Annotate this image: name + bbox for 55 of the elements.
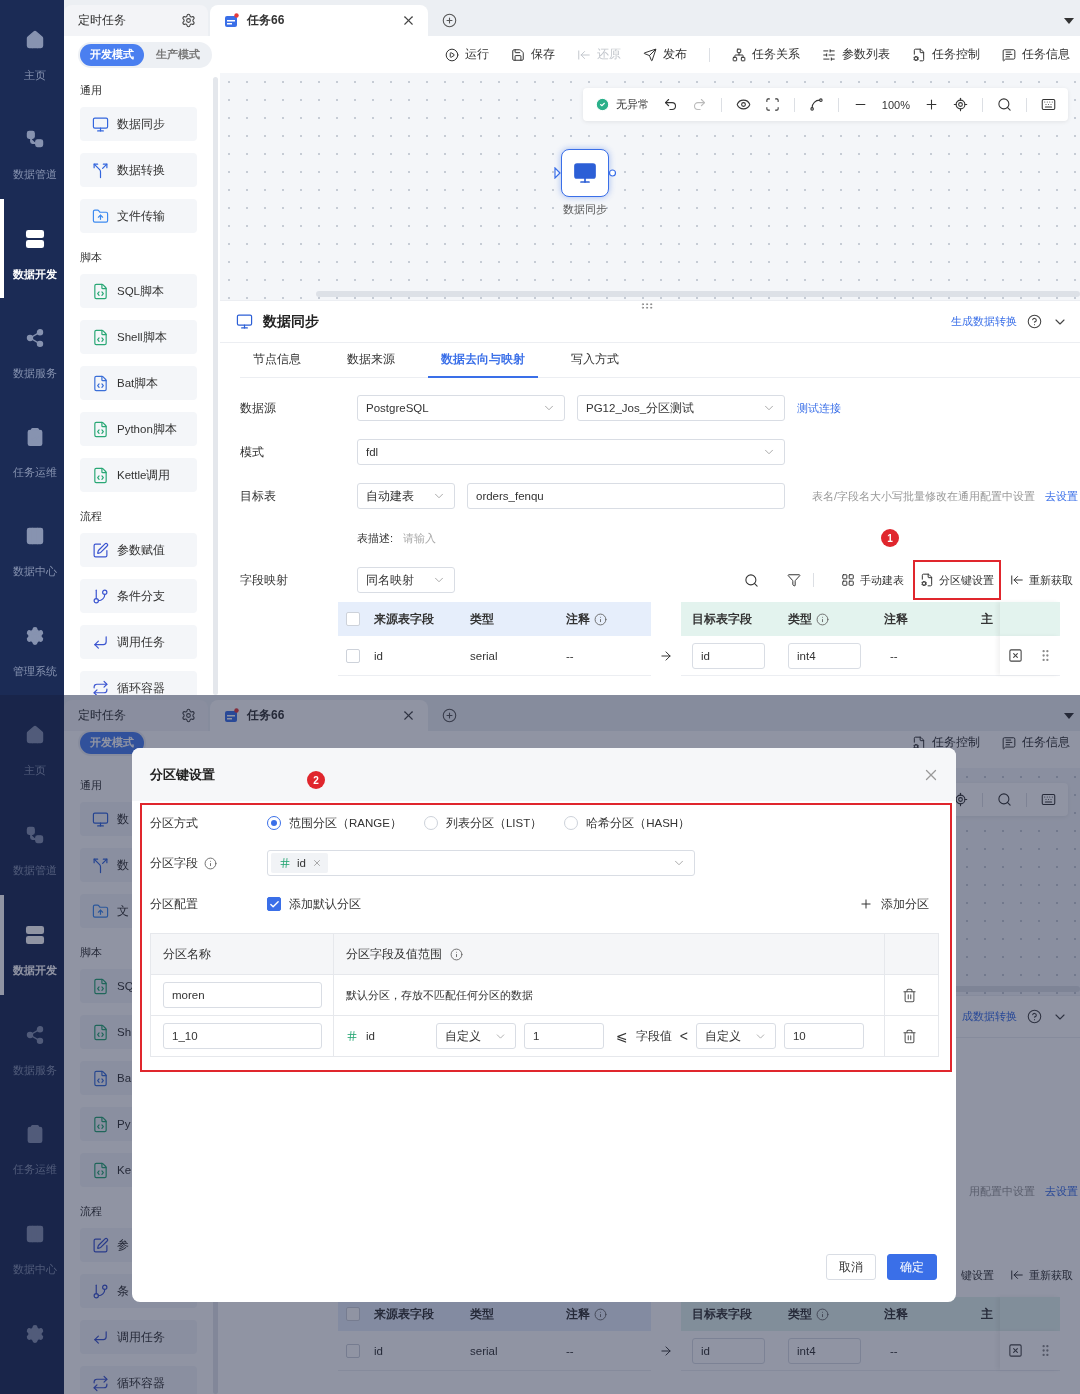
node-label: 数据同步 bbox=[563, 202, 607, 217]
table-cell-text: -- bbox=[889, 649, 898, 662]
field-label: 分区配置 bbox=[150, 896, 198, 912]
column-header: 类型 bbox=[788, 611, 812, 627]
field-label: 目标表 bbox=[240, 488, 277, 504]
hint-text: 表名/字段名大小写批量修改在通用配置中设置 bbox=[811, 488, 1035, 504]
description-text: 默认分区，存放不匹配任何分区的数据 bbox=[346, 987, 533, 1003]
radio-label: 列表分区（LIST） bbox=[445, 815, 543, 831]
radio-label: 哈希分区（HASH） bbox=[586, 815, 691, 831]
checkbox-label: 添加默认分区 bbox=[289, 896, 361, 912]
column-header: 目标表字段 bbox=[692, 1306, 752, 1322]
column-header: 注释 bbox=[884, 611, 908, 627]
table-cell-text: -- bbox=[565, 1344, 575, 1357]
column-header: 来源表字段 bbox=[374, 611, 434, 627]
table-cell-text: id bbox=[373, 1344, 384, 1357]
table-cell-text: -- bbox=[889, 1344, 898, 1357]
column-header: 注释 bbox=[884, 1306, 908, 1322]
zoom-level: 100% bbox=[881, 98, 910, 111]
column-header: 目标表字段 bbox=[692, 611, 752, 627]
column-header: 注释 bbox=[566, 1306, 590, 1322]
field-label: 表描述: bbox=[357, 530, 394, 546]
group-label: 脚本 bbox=[80, 945, 102, 959]
radio-label: 范围分区（RANGE） bbox=[289, 815, 402, 831]
column-header: 分区字段及值范围 bbox=[346, 946, 442, 962]
column-header: 类型 bbox=[788, 1306, 812, 1322]
field-name: id bbox=[366, 1030, 376, 1042]
column-header: 类型 bbox=[470, 1306, 494, 1322]
status-text: 无异常 bbox=[615, 97, 649, 112]
group-label: 通用 bbox=[80, 83, 102, 97]
group-label: 通用 bbox=[80, 778, 102, 792]
field-label: 数据源 bbox=[240, 400, 277, 416]
range-label: 字段值 bbox=[635, 1028, 672, 1044]
column-header: 分区名称 bbox=[163, 946, 211, 962]
column-header: 注释 bbox=[566, 611, 590, 627]
table-cell-text: -- bbox=[565, 649, 575, 662]
column-header: 主 bbox=[981, 1306, 993, 1322]
group-label: 流程 bbox=[80, 1204, 102, 1218]
annotation-badge: 2 bbox=[307, 771, 325, 789]
operator-symbol: < bbox=[679, 1028, 688, 1044]
annotation-badge: 1 bbox=[881, 529, 899, 547]
group-label: 脚本 bbox=[80, 250, 102, 264]
table-cell-text: serial bbox=[469, 1344, 499, 1357]
field-label: 字段映射 bbox=[240, 572, 289, 588]
operator-symbol: ⩽ bbox=[616, 1028, 628, 1044]
field-label: 分区方式 bbox=[150, 815, 198, 831]
column-header: 来源表字段 bbox=[374, 1306, 434, 1322]
group-label: 流程 bbox=[80, 509, 102, 523]
dialog-title: 分区键设置 bbox=[150, 765, 215, 784]
field-label: 模式 bbox=[240, 444, 265, 460]
column-header: 主 bbox=[981, 611, 993, 627]
field-label: 分区字段 bbox=[150, 855, 198, 871]
column-header: 类型 bbox=[470, 611, 494, 627]
panel-title: 数据同步 bbox=[263, 312, 319, 331]
table-cell-text: serial bbox=[469, 649, 499, 662]
table-cell-text: id bbox=[373, 649, 384, 662]
